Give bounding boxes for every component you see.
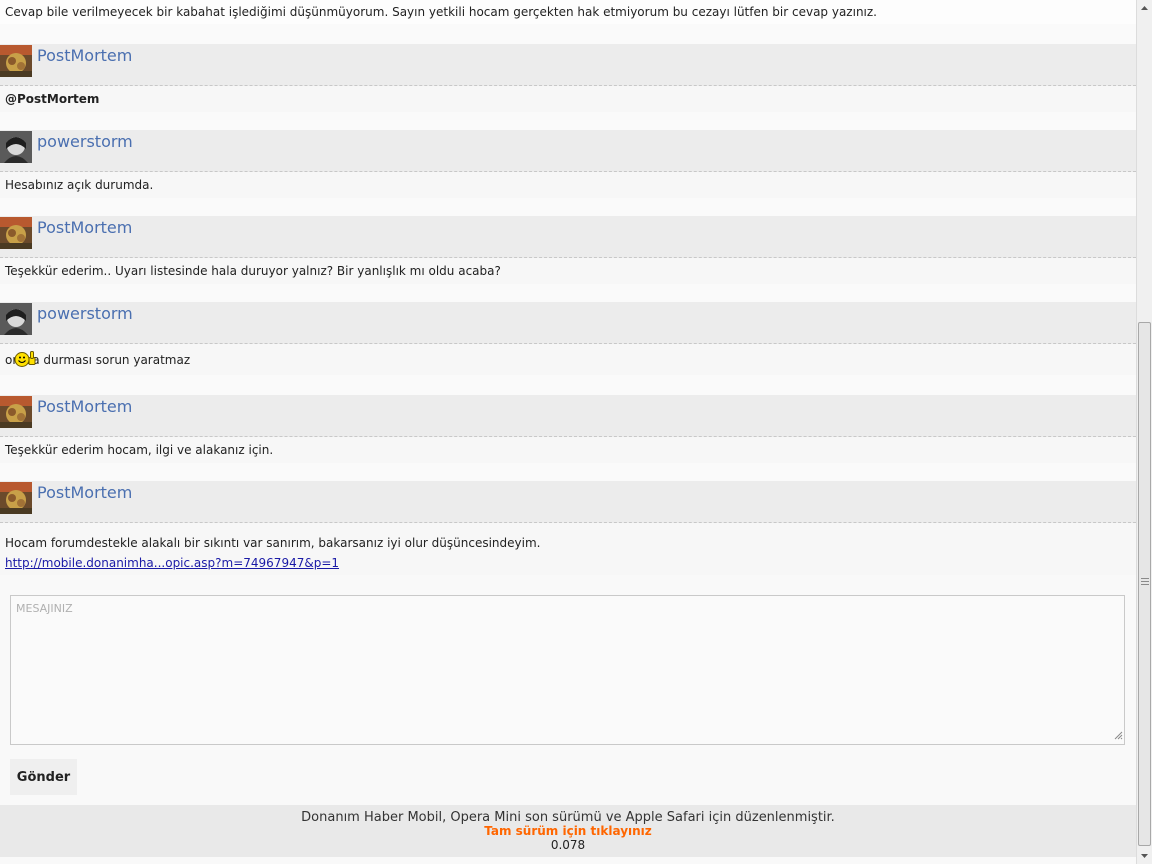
post-link[interactable]: http://mobile.donanimha...opic.asp?m=749… — [5, 556, 339, 570]
username-link[interactable]: powerstorm — [37, 132, 133, 151]
version-number: 0.078 — [550, 838, 586, 852]
thumbs-up-smiley-icon — [13, 349, 37, 370]
post-text: Teşekkür ederim hocam, ilgi ve alakanız … — [5, 443, 274, 457]
post-header: PostMortem — [0, 216, 1136, 258]
avatar-postmortem[interactable] — [0, 217, 32, 249]
post-header: PostMortem — [0, 481, 1136, 523]
message-textarea[interactable]: MESAJINIZ — [10, 595, 1125, 745]
scroll-down-arrow-icon[interactable] — [1137, 848, 1152, 864]
send-button[interactable]: Gönder — [10, 759, 77, 795]
scroll-up-arrow-icon[interactable] — [1137, 0, 1152, 16]
avatar-powerstorm[interactable] — [0, 303, 32, 335]
spacer — [0, 198, 1136, 216]
post-text: Teşekkür ederim.. Uyarı listesinde hala … — [5, 264, 501, 278]
username-link[interactable]: PostMortem — [37, 483, 132, 502]
username-link[interactable]: PostMortem — [37, 397, 132, 416]
post-text: Cevap bile verilmeyecek bir kabahat işle… — [5, 5, 877, 19]
spacer — [0, 375, 1136, 395]
username-link[interactable]: PostMortem — [37, 218, 132, 237]
resize-grip-icon[interactable] — [1114, 729, 1123, 743]
vertical-scrollbar[interactable] — [1136, 0, 1152, 864]
avatar-postmortem[interactable] — [0, 482, 32, 514]
avatar-powerstorm[interactable] — [0, 131, 32, 163]
spacer — [0, 284, 1136, 302]
message-placeholder: MESAJINIZ — [16, 602, 73, 615]
forum-thread: Cevap bile verilmeyecek bir kabahat işle… — [0, 0, 1136, 864]
post-body: Hesabınız açık durumda. — [0, 172, 1136, 198]
post-text: @PostMortem — [5, 92, 100, 106]
full-version-link[interactable]: Tam sürüm için tıklayınız — [0, 824, 1136, 838]
post-text: Hocam forumdestekle alakalı bir sıkıntı … — [5, 536, 541, 550]
spacer — [0, 112, 1136, 130]
post-text: Hesabınız açık durumda. — [5, 178, 154, 192]
post-text-wrap: orada durması sorun yaratmaz — [5, 350, 190, 367]
avatar-postmortem[interactable] — [0, 45, 32, 77]
username-link[interactable]: PostMortem — [37, 46, 132, 65]
post-body: orada durması sorun yaratmaz — [0, 344, 1136, 375]
scrollbar-grip-icon — [1141, 578, 1149, 587]
scrollbar-thumb[interactable] — [1138, 322, 1151, 846]
post-header: powerstorm — [0, 302, 1136, 344]
footer: Donanım Haber Mobil, Opera Mini son sürü… — [0, 805, 1136, 857]
username-link[interactable]: powerstorm — [37, 304, 133, 323]
spacer — [0, 24, 1136, 44]
post-body: Cevap bile verilmeyecek bir kabahat işle… — [0, 0, 1136, 24]
post-body: @PostMortem — [0, 86, 1136, 112]
spacer — [0, 463, 1136, 481]
post-header: PostMortem — [0, 44, 1136, 86]
avatar-postmortem[interactable] — [0, 396, 32, 428]
post-body: Hocam forumdestekle alakalı bir sıkıntı … — [0, 523, 1136, 575]
footer-note: Donanım Haber Mobil, Opera Mini son sürü… — [301, 810, 835, 825]
post-header: powerstorm — [0, 130, 1136, 172]
post-body: Teşekkür ederim hocam, ilgi ve alakanız … — [0, 437, 1136, 463]
post-body: Teşekkür ederim.. Uyarı listesinde hala … — [0, 258, 1136, 284]
post-header: PostMortem — [0, 395, 1136, 437]
